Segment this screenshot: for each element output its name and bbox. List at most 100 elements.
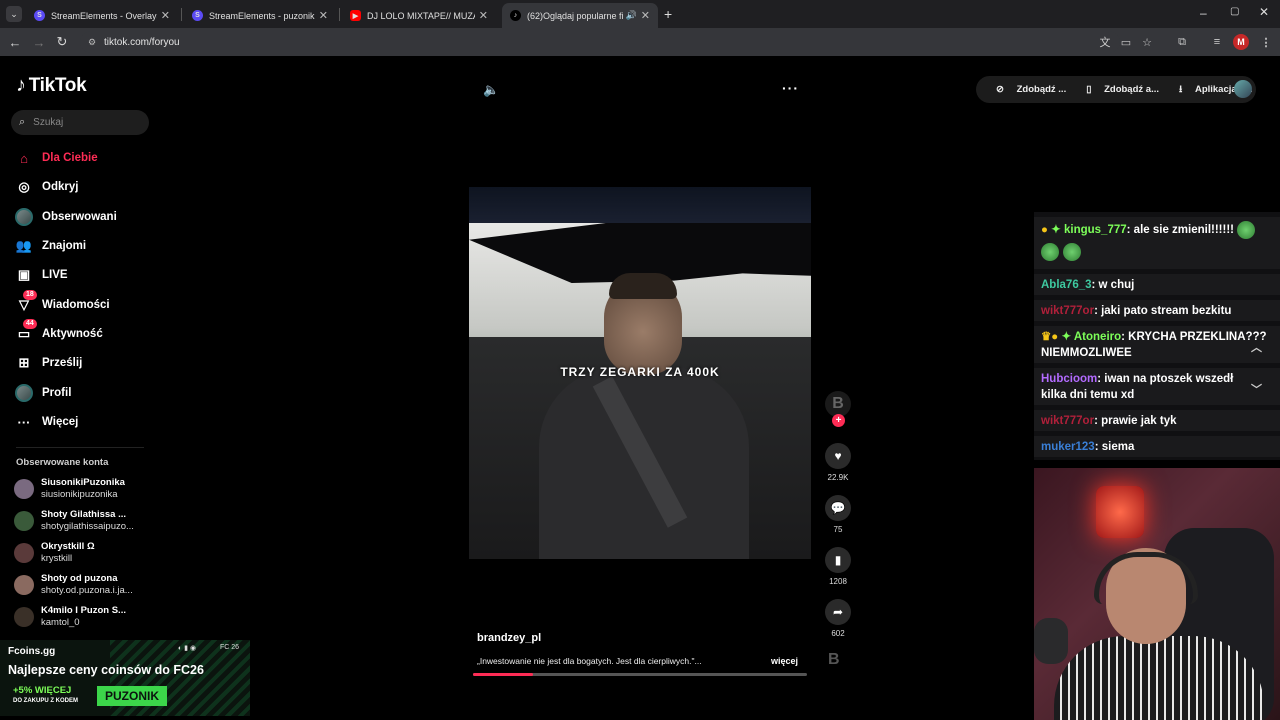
user-avatar[interactable] <box>1234 80 1252 98</box>
window-close-button[interactable]: ✕ <box>1259 5 1269 19</box>
inbox-icon: ▽ 18 <box>14 290 37 314</box>
video-options-icon[interactable]: ··· <box>782 80 799 96</box>
like-count: 22.9K <box>827 473 849 482</box>
more-link[interactable]: więcej <box>771 656 798 666</box>
chat-text: : ale sie zmienil!!!!!! <box>1126 224 1235 237</box>
nav-item-wiecej[interactable]: ··· Więcej <box>14 413 79 431</box>
chat-message: Hubcioom: iwan na ptoszek wszedł kilka d… <box>1034 368 1280 405</box>
reload-button[interactable]: ↻ <box>53 33 71 51</box>
video-progress-fill <box>473 673 534 676</box>
nav-item-znajomi[interactable]: 👥 Znajomi <box>14 237 86 255</box>
browser-toolbar: ← → ↻ ⚙ tiktok.com/foryou 文 ▭ ☆ ⧉ ≡ M ⋮ <box>0 28 1280 56</box>
video-player[interactable]: TRZY ZEGARKI ZA 400K <box>469 187 811 559</box>
tab-streamelements-overlays[interactable]: S StreamElements - Overlays ✕ <box>26 3 178 28</box>
video-progress-bar[interactable] <box>473 673 807 676</box>
back-button[interactable]: ← <box>6 33 24 51</box>
home-icon: ⌂ <box>20 150 28 166</box>
sponsor-logo: Fcoins.gg <box>8 646 56 657</box>
like-button[interactable]: ♥ 22.9K <box>825 443 851 482</box>
nav-item-odkryj[interactable]: ◎ Odkryj <box>14 178 78 196</box>
following-account[interactable]: K4milo I Puzon S... kamtol_0 <box>14 604 126 630</box>
chat-message: ♛● ✦ Atoneiro: KRYCHA PRZEKLINA??? NIEMM… <box>1034 326 1280 363</box>
close-tab-icon[interactable]: ✕ <box>641 9 650 22</box>
following-account[interactable]: Shoty Gilathissa ... shotygilathissaipuzo… <box>14 508 134 534</box>
restore-button[interactable]: ▢ <box>1230 6 1239 17</box>
avatar <box>14 511 34 531</box>
streamer-shirt <box>1054 636 1264 720</box>
avatar <box>14 543 34 563</box>
emote-icon <box>1237 221 1256 239</box>
avatar <box>14 607 34 627</box>
compass-icon: ◎ <box>18 179 30 194</box>
reading-list-icon[interactable]: ≡ <box>1209 34 1225 50</box>
upload-icon: ⊞ <box>18 355 30 370</box>
nav-item-przeslij[interactable]: ⊞ Prześlij <box>14 354 83 372</box>
neon-sign <box>1096 486 1144 538</box>
tab-search-icon[interactable]: ⌄ <box>6 6 22 22</box>
tiktok-logo-icon: ♪ <box>16 74 26 96</box>
new-tab-button[interactable]: + <box>664 6 672 22</box>
share-count: 602 <box>831 629 845 638</box>
profile-icon <box>14 384 34 402</box>
nav-item-profil[interactable]: Profil <box>14 384 71 402</box>
bookmark-star-icon[interactable]: ☆ <box>1139 34 1155 50</box>
sponsor-bonus: +5% WIĘCEJ <box>13 685 72 696</box>
streamelements-icon: S <box>192 10 203 21</box>
comment-button[interactable]: 💬 75 <box>825 495 851 534</box>
messages-badge: 18 <box>23 290 37 300</box>
sponsor-game: FC 26 <box>220 644 240 651</box>
chevron-up-icon: ︿ <box>1251 342 1262 354</box>
video-caption: TRZY ZEGARKI ZA 400K <box>560 365 720 379</box>
following-account[interactable]: Okrystkill Ωkrystkill <box>14 540 95 566</box>
close-tab-icon[interactable]: ✕ <box>479 9 488 22</box>
get-coins-button[interactable]: ⊘ Zdobądź ... <box>986 84 1066 95</box>
share-button[interactable]: ➦ 602 <box>825 599 851 638</box>
video-person-hair <box>609 273 677 299</box>
volume-icon[interactable]: 🔈 <box>483 82 499 98</box>
activity-icon: ▭ 44 <box>14 319 37 343</box>
comment-icon: 💬 <box>825 495 851 521</box>
nav-item-live[interactable]: ▣ LIVE <box>14 266 68 284</box>
site-info-icon[interactable]: ⚙ <box>88 37 96 48</box>
tab-youtube-mixtape[interactable]: ▶ DJ LOLO MIXTAPE// MUZA DO ✕ <box>342 3 496 28</box>
search-input[interactable]: ⌕ Szukaj <box>11 110 149 135</box>
audio-playing-icon[interactable]: 🔊 <box>626 10 637 21</box>
save-button[interactable]: ▮ 1208 <box>825 547 851 586</box>
get-app-button[interactable]: ▯ Zdobądź a... <box>1076 84 1159 95</box>
nav-item-wiadomosci[interactable]: ▽ 18 Wiadomości <box>14 290 110 314</box>
address-bar[interactable]: ⚙ tiktok.com/foryou <box>80 31 1120 53</box>
nav-item-dla-ciebie[interactable]: ⌂ Dla Ciebie <box>14 149 98 167</box>
emote-icon <box>1063 243 1081 261</box>
nav-item-obserwowani[interactable]: Obserwowani <box>14 208 117 226</box>
tab-tiktok[interactable]: ♪ (62)Oglądaj popularne film 🔊 ✕ <box>502 3 658 28</box>
chat-username: Hubcioom <box>1041 373 1098 385</box>
close-tab-icon[interactable]: ✕ <box>319 9 328 22</box>
browser-menu-icon[interactable]: ⋮ <box>1258 34 1274 50</box>
chat-message: muker123: siema <box>1034 436 1280 457</box>
extensions-icon[interactable]: ⧉ <box>1174 34 1190 50</box>
platform-icons: ◐ ▮ ◉ <box>178 645 197 652</box>
video-author[interactable]: brandzey_pl <box>477 632 541 644</box>
translate-icon[interactable]: 文 <box>1097 34 1113 50</box>
chat-text: : siema <box>1094 441 1135 453</box>
profile-avatar[interactable]: M <box>1233 34 1249 50</box>
chat-message: ● ✦ kingus_777: ale sie zmienil!!!!!! <box>1034 217 1280 269</box>
following-account[interactable]: SiusonikiPuzonika siusionikipuzonika <box>14 476 125 502</box>
friends-icon: 👥 <box>15 238 33 253</box>
sponsor-banner[interactable]: Fcoins.gg ◐ ▮ ◉ FC 26 Najlepsze ceny coi… <box>0 640 250 716</box>
avatar <box>14 479 34 499</box>
following-account[interactable]: Shoty od puzona shoty.od.puzona.i.ja... <box>14 572 133 598</box>
forward-button[interactable]: → <box>30 33 48 51</box>
follow-plus-icon[interactable]: + <box>832 414 845 427</box>
chat-text: : w chuj <box>1091 279 1135 291</box>
tiktok-logo[interactable]: ♪ TikTok <box>16 74 87 97</box>
close-tab-icon[interactable]: ✕ <box>161 9 170 22</box>
nav-item-aktywnosc[interactable]: ▭ 44 Aktywność <box>14 319 103 343</box>
tab-streamelements-puzonik[interactable]: S StreamElements - puzonik ✕ <box>184 3 336 28</box>
cast-icon[interactable]: ▭ <box>1118 34 1134 50</box>
chat-username: muker123 <box>1041 441 1095 453</box>
heart-icon: ♥ <box>825 443 851 469</box>
minimize-button[interactable]: – <box>1200 6 1207 20</box>
music-disc-icon[interactable]: B <box>828 651 840 669</box>
avatar <box>14 575 34 595</box>
